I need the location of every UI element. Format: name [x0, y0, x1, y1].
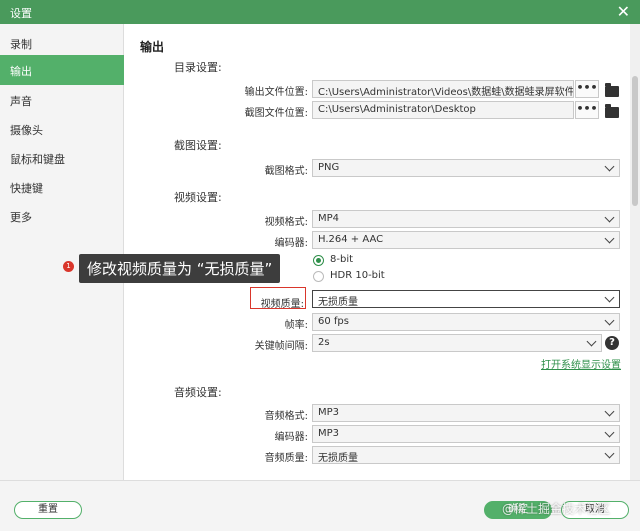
audio-encoder-value: MP3: [318, 428, 340, 439]
bitdepth-hdr10-radio[interactable]: [313, 271, 324, 282]
sidebar-item-camera[interactable]: 摄像头: [0, 114, 124, 144]
audio-quality-label: 音频质量:: [264, 453, 308, 464]
screenshot-format-label: 截图格式:: [264, 166, 308, 177]
keyframe-value: 2s: [318, 337, 330, 348]
video-encoder-value: H.264 + AAC: [318, 234, 384, 245]
sidebar-item-output[interactable]: 输出: [0, 55, 124, 85]
video-format-label: 视频格式:: [264, 217, 308, 228]
output-browse-button[interactable]: •••: [575, 80, 599, 98]
audio-format-select[interactable]: MP3: [312, 404, 620, 422]
video-format-select[interactable]: MP4: [312, 210, 620, 228]
chevron-down-icon: [604, 427, 615, 438]
keyframe-label: 关键帧间隔:: [254, 341, 308, 352]
chevron-down-icon: [604, 233, 615, 244]
screenshot-format-value: PNG: [318, 162, 340, 173]
screenshot-browse-button[interactable]: •••: [575, 101, 599, 119]
screenshot-location-field[interactable]: C:\Users\Administrator\Desktop: [312, 101, 574, 119]
sidebar-item-mouse-keyboard[interactable]: 鼠标和键盘: [0, 143, 124, 173]
audio-format-label: 音频格式:: [264, 411, 308, 422]
screenshot-location-label: 截图文件位置:: [244, 108, 308, 119]
framerate-select[interactable]: 60 fps: [312, 313, 620, 331]
audio-section-title: 音频设置:: [174, 386, 222, 399]
bitdepth-8bit-radio[interactable]: [313, 255, 324, 266]
bitdepth-hdr10-label: HDR 10-bit: [330, 270, 385, 281]
chevron-down-icon: [604, 315, 615, 326]
help-icon[interactable]: ?: [605, 336, 619, 350]
reset-button[interactable]: 重置: [14, 501, 82, 519]
video-quality-select[interactable]: 无损质量: [312, 290, 620, 308]
framerate-label: 帧率:: [284, 320, 308, 331]
step-badge: 1: [63, 261, 74, 272]
sidebar-item-more[interactable]: 更多: [0, 201, 124, 231]
sidebar-item-sound[interactable]: 声音: [0, 85, 124, 115]
close-icon[interactable]: ✕: [617, 2, 630, 21]
chevron-down-icon: [586, 336, 597, 347]
video-quality-value: 无损质量: [318, 297, 358, 308]
display-settings-link[interactable]: 打开系统显示设置: [541, 356, 621, 371]
sidebar-item-record[interactable]: 录制: [0, 28, 124, 58]
vertical-scrollbar[interactable]: [630, 24, 640, 480]
keyframe-select[interactable]: 2s: [312, 334, 602, 352]
audio-quality-select[interactable]: 无损质量: [312, 446, 620, 464]
output-folder-icon[interactable]: [605, 83, 619, 97]
video-section-title: 视频设置:: [174, 191, 222, 204]
directory-section-title: 目录设置:: [174, 61, 222, 74]
output-location-label: 输出文件位置:: [244, 87, 308, 98]
video-encoder-label: 编码器:: [274, 238, 308, 249]
video-encoder-select[interactable]: H.264 + AAC: [312, 231, 620, 249]
annotation-callout: 修改视频质量为 “无损质量”: [79, 254, 281, 283]
chevron-down-icon: [604, 161, 615, 172]
audio-format-value: MP3: [318, 407, 340, 418]
page-title: 输出: [140, 40, 165, 54]
settings-content: 输出 目录设置: 输出文件位置: C:\Users\Administrator\…: [124, 24, 630, 480]
sidebar-item-hotkeys[interactable]: 快捷键: [0, 172, 124, 202]
title-bar: 设置 ✕: [0, 0, 640, 24]
bitdepth-8bit-label: 8-bit: [330, 254, 354, 265]
screenshot-section-title: 截图设置:: [174, 139, 222, 152]
video-format-value: MP4: [318, 213, 340, 224]
sidebar: 录制 输出 声音 摄像头 鼠标和键盘 快捷键 更多: [0, 24, 124, 480]
audio-quality-value: 无损质量: [318, 453, 358, 464]
audio-encoder-select[interactable]: MP3: [312, 425, 620, 443]
chevron-down-icon: [604, 448, 615, 459]
output-location-field[interactable]: C:\Users\Administrator\Videos\数据蛙\数据蛙录屏软…: [312, 80, 574, 98]
quality-highlight-box: [250, 287, 306, 309]
chevron-down-icon: [604, 406, 615, 417]
audio-encoder-label: 编码器:: [274, 432, 308, 443]
scrollbar-thumb[interactable]: [632, 76, 638, 206]
screenshot-folder-icon[interactable]: [605, 104, 619, 118]
screenshot-format-select[interactable]: PNG: [312, 159, 620, 177]
window-title: 设置: [10, 7, 32, 20]
chevron-down-icon: [604, 292, 615, 303]
framerate-value: 60 fps: [318, 316, 349, 327]
watermark: @稀土掘金技术社区: [502, 502, 611, 516]
chevron-down-icon: [604, 212, 615, 223]
